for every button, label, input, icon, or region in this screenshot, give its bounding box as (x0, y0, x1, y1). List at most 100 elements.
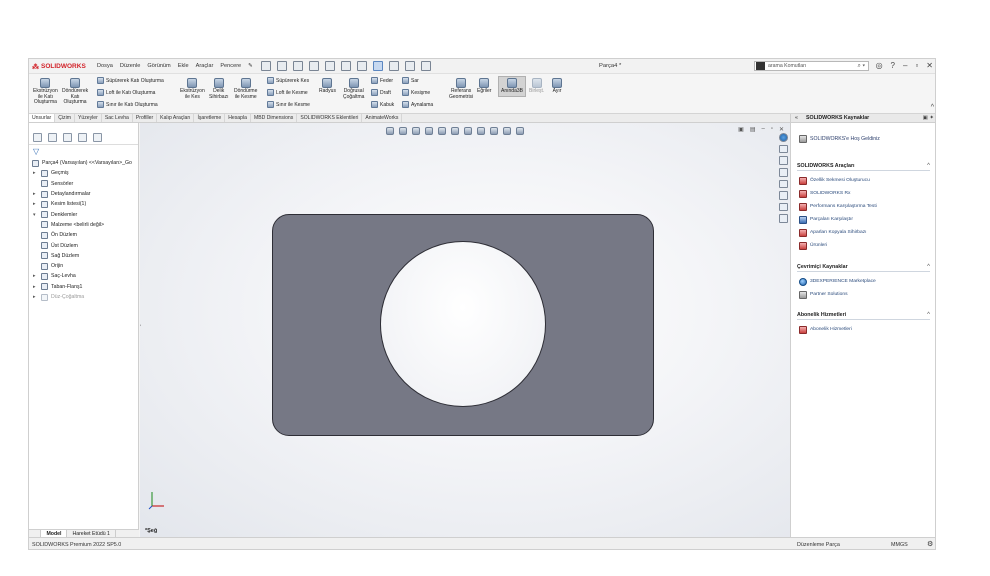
tab-isaretleme[interactable]: İşaretleme (194, 114, 226, 122)
display-style-icon[interactable] (464, 127, 472, 135)
tools-header[interactable]: SOLIDWORKS Araçları ^ (797, 163, 930, 171)
tree-node-duz-cogaltma[interactable]: ▸ Düz-Çoğaltma (29, 292, 139, 302)
dynamic-annotation-icon[interactable] (438, 127, 446, 135)
close-icon[interactable]: ✕ (926, 61, 933, 70)
reference-geometry-button[interactable]: Referans Geometrisi (449, 78, 473, 100)
home-icon[interactable] (261, 61, 271, 71)
view-orientation-icon[interactable] (451, 127, 459, 135)
collapse-icon[interactable]: ^ (927, 264, 930, 270)
tab-sac-levha[interactable]: Sac Levha (102, 114, 133, 122)
view-settings-icon[interactable] (516, 127, 524, 135)
new-icon[interactable] (277, 61, 287, 71)
hide-show-icon[interactable] (477, 127, 485, 135)
sheet-metal-part[interactable] (272, 214, 654, 436)
menu-gorunum[interactable]: Görünüm (147, 63, 170, 69)
boundary-cut-button[interactable]: Sınır ile Kesme (267, 101, 310, 108)
tree-node-sac-levha[interactable]: ▸ Saç-Levha (29, 271, 139, 281)
collapse-icon[interactable]: ^ (927, 163, 930, 169)
tree-node-kesim-listesi[interactable]: ▸ Kesim listesi(1) (29, 199, 139, 209)
online-resources-header[interactable]: Çevrimiçi Kaynaklar ^ (797, 264, 930, 272)
sweep-boss-button[interactable]: Süpürerek Katı Oluşturma (97, 77, 164, 84)
forum-icon[interactable] (778, 214, 788, 223)
print-icon[interactable] (325, 61, 335, 71)
collapse-icon[interactable]: ^ (927, 312, 930, 318)
cut-list-button[interactable]: Birleşt. (529, 78, 544, 95)
tool-solidworks-rx[interactable]: SOLIDWORKS Rx (797, 187, 930, 200)
undo-icon[interactable] (341, 61, 351, 71)
collapse-pane-icon[interactable]: « (795, 115, 798, 121)
user-icon[interactable]: ◎ (876, 61, 883, 70)
tab-hesapla[interactable]: Hesapla (225, 114, 251, 122)
open-icon[interactable] (293, 61, 303, 71)
tab-cizim[interactable]: Çizim (55, 114, 75, 122)
boundary-boss-button[interactable]: Sınır ile Katı Oluşturma (97, 101, 158, 108)
online-marketplace[interactable]: 3DEXPERIENCE Marketplace (797, 275, 930, 288)
tree-node-taban-flans[interactable]: ▸ Taban-Flanş1 (29, 282, 139, 292)
fillet-button[interactable]: Radyus (319, 78, 336, 95)
intersect-button[interactable]: Kesişme (402, 89, 430, 96)
file-properties-icon[interactable] (405, 61, 415, 71)
extrude-boss-button[interactable]: Ekstrüzyon ile Katı Oluşturma (33, 78, 58, 106)
viewport-tile-icon[interactable]: ▣ (738, 126, 744, 133)
draft-button[interactable]: Draft (371, 89, 391, 96)
split-button[interactable]: Ayır (552, 78, 562, 95)
tab-solidworks-eklentileri[interactable]: SOLIDWORKS Eklentileri (297, 114, 363, 122)
menu-dosya[interactable]: Dosya (97, 63, 113, 69)
display-manager-icon[interactable] (93, 133, 102, 142)
tab-profiller[interactable]: Profiller (133, 114, 158, 122)
zoom-to-area-icon[interactable] (399, 127, 407, 135)
subscription-services[interactable]: Abonelik Hizmetleri (797, 323, 930, 336)
extrude-cut-button[interactable]: Ekstrüzyon ile Kes (180, 78, 205, 100)
viewport-restore-icon[interactable]: ▫ (771, 126, 773, 133)
file-explorer-icon[interactable] (778, 167, 788, 177)
design-library-icon[interactable] (778, 156, 788, 165)
expand-icon[interactable]: ▸ (33, 284, 36, 290)
circular-hole[interactable] (380, 241, 546, 407)
resources-globe-icon[interactable] (778, 133, 788, 142)
tab-yuzeyler[interactable]: Yüzeyler (75, 114, 102, 122)
save-icon[interactable] (309, 61, 319, 71)
menu-pencere[interactable]: Pencere (220, 63, 241, 69)
tree-node-gecmis[interactable]: ▸ Geçmiş (29, 168, 139, 178)
tree-node-malzeme[interactable]: Malzeme <belirli değil> (29, 220, 139, 230)
expand-icon[interactable]: ▸ (33, 294, 36, 300)
pin-icon[interactable]: ▣ ✦ (923, 115, 934, 121)
filter-icon[interactable]: ▽ (33, 147, 39, 156)
redo-icon[interactable] (357, 61, 367, 71)
apply-scene-icon[interactable] (503, 127, 511, 135)
tool-products[interactable]: Ürünleri (797, 239, 930, 252)
tree-root[interactable]: Parça4 (Varsayılan) <<Varsayılan>_Go (29, 158, 139, 168)
select-icon[interactable] (373, 61, 383, 71)
swept-cut-button[interactable]: Süpürerek Kes (267, 77, 309, 84)
curves-button[interactable]: Eğriler (477, 78, 491, 95)
help-icon[interactable]: ? (891, 61, 895, 70)
search-input[interactable]: arama Komutları (768, 63, 806, 69)
tree-node-sag-duzlem[interactable]: Sağ Düzlem (29, 251, 139, 261)
zoom-to-fit-icon[interactable] (386, 127, 394, 135)
loft-boss-button[interactable]: Loft ile Katı Oluşturma (97, 89, 155, 96)
appearances-icon[interactable] (778, 191, 788, 200)
tool-performance-benchmark[interactable]: Performans Karşılaştırma Testi (797, 200, 930, 213)
graphics-area[interactable]: › ▣ ▤ – ▫ ✕ *Şeğ (140, 123, 790, 537)
expand-icon[interactable]: ▸ (33, 273, 36, 279)
tab-kalip-araclari[interactable]: Kalıp Araçları (157, 114, 195, 122)
panel-splitter-icon[interactable]: › (140, 323, 143, 333)
status-options-icon[interactable]: ⚙ (927, 540, 933, 548)
menu-ekle[interactable]: Ekle (178, 63, 189, 69)
tree-node-sensorler[interactable]: Sensörler (29, 179, 139, 189)
search-icon[interactable]: ⌕ ▾ (857, 63, 865, 70)
menu-araclar[interactable]: Araçlar (196, 63, 214, 69)
unit-system-dropdown[interactable]: MMGS (891, 542, 908, 548)
tree-node-orijin[interactable]: Orijin (29, 261, 139, 271)
custom-properties-icon[interactable] (778, 202, 788, 212)
rib-button[interactable]: Feder (371, 77, 393, 84)
expand-icon[interactable]: ▾ (33, 212, 36, 218)
hole-wizard-button[interactable]: Delik Sihirbazı (209, 78, 228, 100)
revolve-boss-button[interactable]: Döndürerek Katı Oluşturma (62, 78, 88, 106)
section-view-icon[interactable] (425, 127, 433, 135)
expand-icon[interactable]: ▸ (33, 201, 36, 207)
rebuild-icon[interactable] (389, 61, 399, 71)
viewport-minimize-icon[interactable]: – (761, 126, 764, 133)
view-palette-icon[interactable] (778, 179, 788, 189)
pin-icon[interactable]: ✎ (248, 63, 253, 69)
